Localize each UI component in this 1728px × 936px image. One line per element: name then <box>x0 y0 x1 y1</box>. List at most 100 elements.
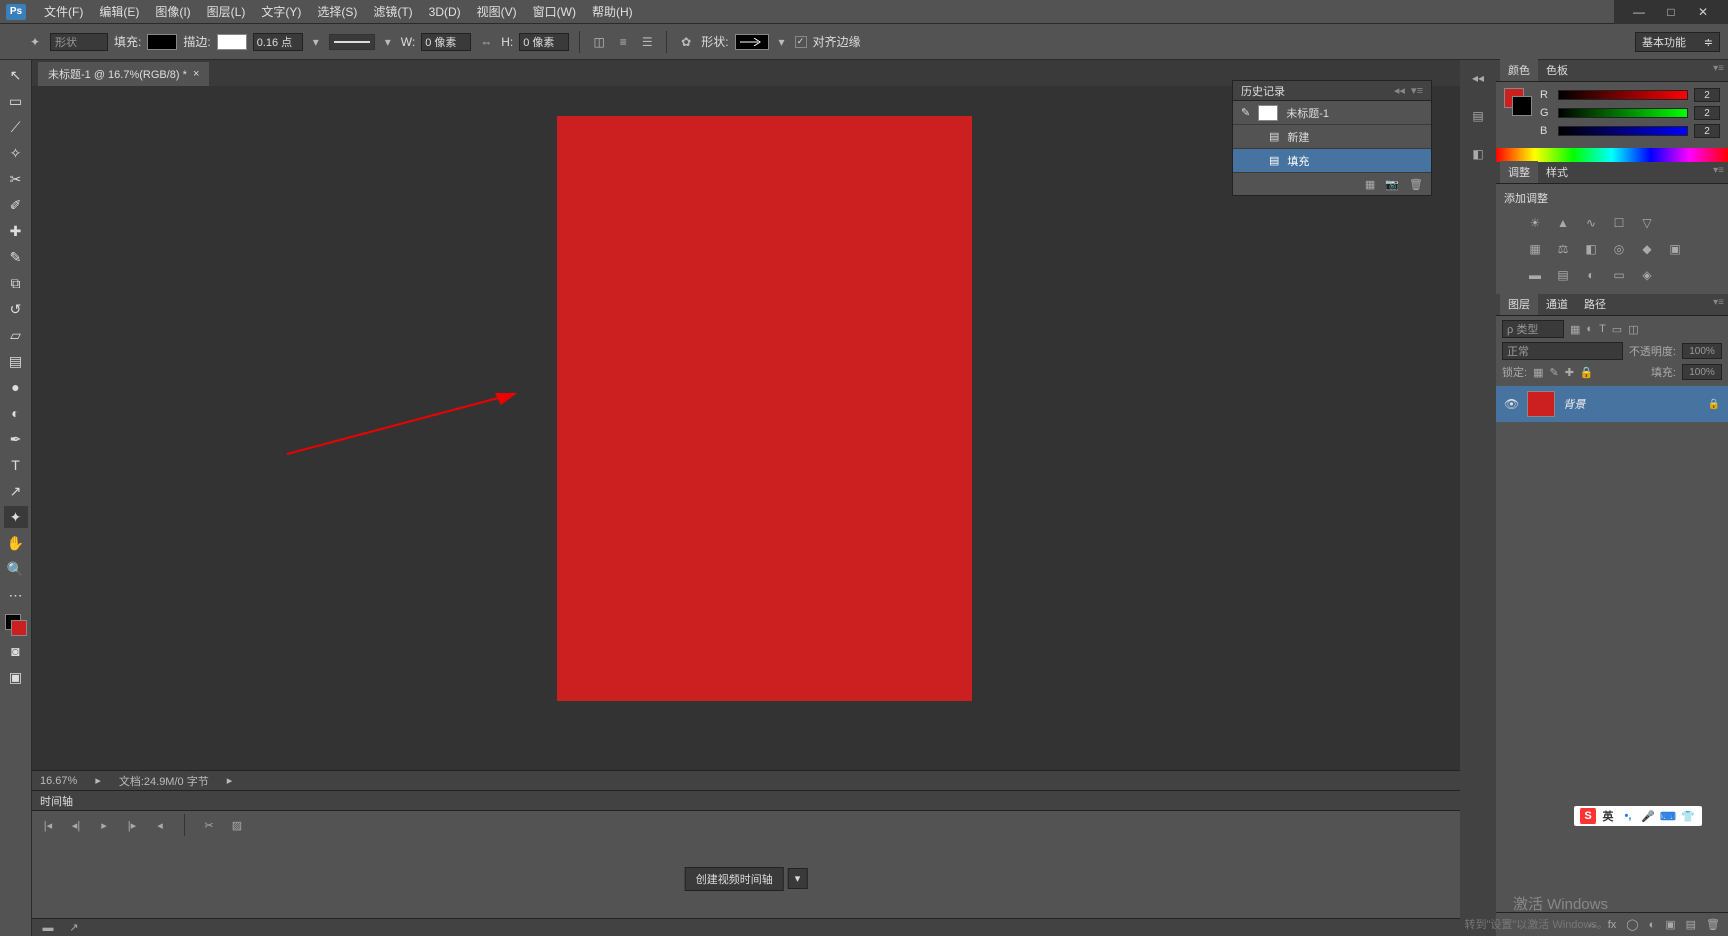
shape-tool-icon[interactable]: ✦ <box>4 506 28 528</box>
menu-edit[interactable]: 编辑(E) <box>91 1 147 22</box>
crop-tool-icon[interactable]: ✂ <box>4 168 28 190</box>
selective-icon[interactable]: ◈ <box>1638 266 1656 284</box>
r-value[interactable]: 2 <box>1694 88 1720 102</box>
width-input[interactable] <box>421 33 471 51</box>
tab-adjustments[interactable]: 调整 <box>1500 161 1538 183</box>
menu-image[interactable]: 图像(I) <box>147 1 198 22</box>
align-icon[interactable]: ≡ <box>614 33 632 51</box>
panel-menu-icon[interactable]: ▾≡ <box>1713 297 1724 308</box>
layer-filter-select[interactable]: ρ 类型 <box>1502 320 1564 338</box>
dodge-tool-icon[interactable]: ◐ <box>4 402 28 424</box>
history-brush-tool-icon[interactable]: ↺ <box>4 298 28 320</box>
tab-paths[interactable]: 路径 <box>1576 293 1614 315</box>
last-frame-icon[interactable]: ◂ <box>152 819 168 832</box>
gradientmap-icon[interactable]: ▭ <box>1610 266 1628 284</box>
move-tool-icon[interactable]: ↖ <box>4 64 28 86</box>
fx-icon[interactable]: fx <box>1608 919 1617 931</box>
vibrance-icon[interactable]: ▽ <box>1638 214 1656 232</box>
link-wh-icon[interactable]: ⇔ <box>477 33 495 51</box>
bg-swatch[interactable] <box>1512 96 1532 116</box>
tab-color[interactable]: 颜色 <box>1500 59 1538 81</box>
b-slider[interactable] <box>1558 126 1688 136</box>
layer-name[interactable]: 背景 <box>1563 396 1699 412</box>
color-spectrum[interactable] <box>1496 148 1728 162</box>
filter-adjust-icon[interactable]: ◐ <box>1586 323 1593 335</box>
blur-tool-icon[interactable]: ● <box>4 376 28 398</box>
ime-keyboard-icon[interactable]: ⌨ <box>1660 808 1676 824</box>
screenmode-icon[interactable]: ▣ <box>4 666 28 688</box>
lock-trans-icon[interactable]: ▦ <box>1533 366 1543 379</box>
tab-channels[interactable]: 通道 <box>1538 293 1576 315</box>
timeline-tab[interactable]: 时间轴 <box>32 791 1460 811</box>
stroke-style-select[interactable] <box>329 34 375 50</box>
tab-swatches[interactable]: 色板 <box>1538 59 1576 81</box>
properties-strip-icon[interactable]: ◧ <box>1468 144 1488 164</box>
tab-styles[interactable]: 样式 <box>1538 161 1576 183</box>
g-value[interactable]: 2 <box>1694 106 1720 120</box>
shape-dropdown-icon[interactable]: ▾ <box>775 33 789 51</box>
menu-select[interactable]: 选择(S) <box>309 1 365 22</box>
misc-tool-icon[interactable]: ⋯ <box>4 584 28 606</box>
filter-type-icon[interactable]: T <box>1599 323 1606 335</box>
color-panel-swatch[interactable] <box>1504 88 1532 116</box>
b-value[interactable]: 2 <box>1694 124 1720 138</box>
ime-toolbar[interactable]: S 英 •, 🎤 ⌨ 👕 <box>1574 806 1702 826</box>
align-edges-checkbox[interactable]: ✓ <box>795 36 807 48</box>
pen-tool-icon[interactable]: ✒ <box>4 428 28 450</box>
opacity-input[interactable]: 100% <box>1682 343 1722 359</box>
prev-frame-icon[interactable]: ◂| <box>68 819 84 832</box>
stroke-style-dropdown-icon[interactable]: ▾ <box>381 33 395 51</box>
close-tab-icon[interactable]: × <box>193 68 199 80</box>
tool-preset-icon[interactable]: ✦ <box>26 33 44 51</box>
stroke-color-swatch[interactable] <box>217 34 247 50</box>
history-strip-icon[interactable]: ▤ <box>1468 106 1488 126</box>
document-tab[interactable]: 未标题-1 @ 16.7%(RGB/8) * × <box>38 62 209 86</box>
expand-strip-icon[interactable]: ◂◂ <box>1468 68 1488 88</box>
filter-shape-icon[interactable]: ▭ <box>1612 323 1622 336</box>
menu-filter[interactable]: 滤镜(T) <box>365 1 420 22</box>
lock-pixel-icon[interactable]: ✎ <box>1549 366 1558 379</box>
zoom-dropdown-icon[interactable]: ▸ <box>95 774 101 787</box>
r-slider[interactable] <box>1558 90 1688 100</box>
tab-layers[interactable]: 图层 <box>1500 293 1538 315</box>
healing-tool-icon[interactable]: ✚ <box>4 220 28 242</box>
type-tool-icon[interactable]: T <box>4 454 28 476</box>
workspace-switcher[interactable]: 基本功能≑ <box>1635 32 1720 52</box>
next-frame-icon[interactable]: |▸ <box>124 819 140 832</box>
history-state-row[interactable]: ▤ 新建 <box>1233 125 1431 149</box>
first-frame-icon[interactable]: |◂ <box>40 819 56 832</box>
panel-menu-icon[interactable]: ▾≡ <box>1713 63 1724 74</box>
blend-mode-select[interactable]: 正常 <box>1502 342 1623 360</box>
mask-icon[interactable]: ◯ <box>1626 918 1638 931</box>
gradient-tool-icon[interactable]: ▤ <box>4 350 28 372</box>
visibility-eye-icon[interactable]: 👁 <box>1504 397 1519 411</box>
shape-picker[interactable] <box>735 34 769 50</box>
quickmask-icon[interactable]: ◙ <box>4 640 28 662</box>
eraser-tool-icon[interactable]: ▱ <box>4 324 28 346</box>
layer-thumbnail[interactable] <box>1527 391 1555 417</box>
brightness-icon[interactable]: ☀ <box>1526 214 1544 232</box>
minimize-icon[interactable]: — <box>1632 5 1646 19</box>
bw-icon[interactable]: ◧ <box>1582 240 1600 258</box>
height-input[interactable] <box>519 33 569 51</box>
stamp-tool-icon[interactable]: ⧉ <box>4 272 28 294</box>
magic-wand-tool-icon[interactable]: ✧ <box>4 142 28 164</box>
adjustment-layer-icon[interactable]: ◐ <box>1649 919 1656 931</box>
photofilter-icon[interactable]: ◎ <box>1610 240 1628 258</box>
render-icon[interactable]: ↗ <box>66 921 82 934</box>
layer-row[interactable]: 👁 背景 🔒 <box>1496 386 1728 422</box>
lasso-tool-icon[interactable]: ⟋ <box>4 116 28 138</box>
colorlookup-icon[interactable]: ▣ <box>1666 240 1684 258</box>
brush-tool-icon[interactable]: ✎ <box>4 246 28 268</box>
lock-all-icon[interactable]: 🔒 <box>1580 366 1594 379</box>
zoom-level[interactable]: 16.67% <box>40 775 77 787</box>
stroke-width-dropdown-icon[interactable]: ▾ <box>309 33 323 51</box>
menu-help[interactable]: 帮助(H) <box>584 1 641 22</box>
zoom-out-icon[interactable]: ▬ <box>40 922 56 934</box>
colorbalance-icon[interactable]: ⚖ <box>1554 240 1572 258</box>
threshold-icon[interactable]: ◐ <box>1582 266 1600 284</box>
transition-icon[interactable]: ▨ <box>229 819 245 832</box>
fill-color-swatch[interactable] <box>147 34 177 50</box>
menu-3d[interactable]: 3D(D) <box>421 3 469 21</box>
menu-type[interactable]: 文字(Y) <box>253 1 309 22</box>
